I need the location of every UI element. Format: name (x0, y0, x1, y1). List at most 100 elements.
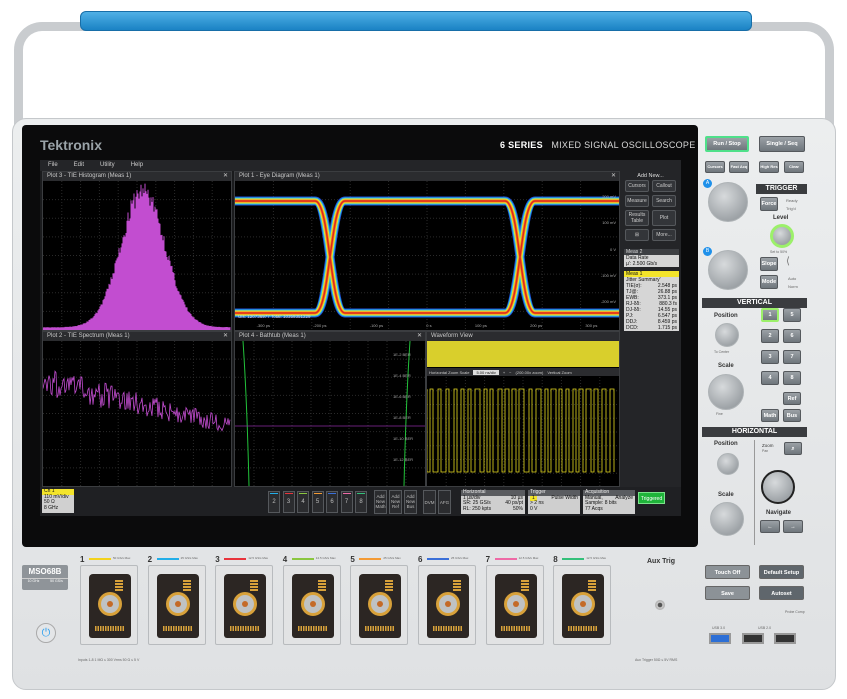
close-icon[interactable]: ✕ (417, 332, 422, 339)
vertical-channel-3-button[interactable]: 3 (761, 350, 779, 364)
autoset-button[interactable]: Autoset (759, 586, 804, 600)
aux-trig-connector[interactable] (655, 600, 665, 610)
power-button[interactable]: ⏻ (36, 623, 56, 643)
bus-button[interactable]: Bus (783, 409, 801, 422)
channel-3-tekvpi-input[interactable] (215, 565, 274, 645)
slope-button[interactable]: Slope (760, 257, 778, 271)
cursors-button[interactable]: Cursors (625, 180, 649, 192)
cursors-panel-button[interactable]: Cursors (705, 161, 725, 173)
force-trigger-button[interactable]: Force (760, 197, 778, 211)
pan-zoom-knob[interactable] (761, 470, 795, 504)
waveform-view[interactable]: Waveform View Horizontal Zoom Scale 5.00… (426, 331, 620, 487)
callout-button[interactable]: Callout (652, 180, 676, 192)
zoom-scale-input[interactable]: 5.00 ns/div (473, 369, 499, 375)
vertical-channel-2-button[interactable]: 2 (761, 329, 779, 343)
meas2-badge[interactable]: Meas 2 Data Rate µ': 2.500 Gb/s (624, 249, 679, 267)
eye-x-ticks: -300 ps -200 ps -100 ps 0 s 100 ps 200 ps 300 … (235, 323, 619, 328)
single-seq-button[interactable]: Single / Seq (759, 136, 805, 152)
zoom-out-button[interactable]: − (509, 370, 511, 375)
close-icon[interactable]: ✕ (223, 172, 228, 179)
channel-8-tekvpi-input[interactable] (553, 565, 612, 645)
channel-5-tekvpi-input[interactable] (350, 565, 409, 645)
mode-button[interactable]: Mode (760, 275, 778, 289)
ref-button[interactable]: Ref (783, 392, 801, 405)
vertical-channel-7-button[interactable]: 7 (783, 350, 801, 364)
ch1-badge[interactable]: Ch 1 110 mV/div 50 Ω 8 GHz (42, 488, 74, 513)
math-button[interactable]: Math (761, 409, 779, 422)
bathtub-y-labels: 1E-2 BER 1E-4 BER 1E-6 BER 1E-8 BER 1E-10 BE… (393, 352, 413, 462)
close-icon[interactable]: ✕ (611, 172, 616, 179)
vertical-channel-6-button[interactable]: 6 (783, 329, 801, 343)
usb2-port-1[interactable] (742, 633, 764, 644)
channel-6-button[interactable]: 6 (326, 491, 338, 513)
menu-help[interactable]: Help (131, 162, 143, 169)
more-button[interactable]: More... (652, 229, 676, 241)
high-res-button[interactable]: High Res (759, 161, 779, 173)
carry-handle[interactable] (80, 11, 752, 31)
channel-5-button[interactable]: 5 (311, 491, 324, 513)
touch-off-button[interactable]: Touch Off (705, 565, 750, 579)
meas1-badge[interactable]: Meas 1 Jitter Summary' TIE(σ): 2.548 ps TJ… (624, 271, 679, 331)
search-button[interactable]: Search (652, 195, 676, 207)
dvm-button[interactable]: DVM (423, 490, 436, 514)
multipurpose-knob-a[interactable] (708, 182, 748, 222)
channel-7-tekvpi-input[interactable] (485, 565, 544, 645)
vertical-channel-5-button[interactable]: 5 (783, 308, 801, 322)
plot-button[interactable]: Plot (652, 210, 676, 226)
touch-display[interactable]: File Edit Utility Help Plot 3 - TIE Hist… (40, 160, 681, 516)
trigger-badge[interactable]: Trigger 1 Pulse Width > 2 ns 0 V (528, 489, 580, 514)
input-color-bar (89, 558, 111, 560)
usb2-port-2[interactable] (774, 633, 796, 644)
channel-4-button[interactable]: 4 (297, 491, 309, 513)
clear-button[interactable]: Clear (784, 161, 804, 173)
navigate-left-button[interactable]: ← (760, 520, 780, 533)
value: Analyze (615, 494, 633, 501)
channel-1-tekvpi-input[interactable] (80, 565, 138, 645)
default-setup-button[interactable]: Default Setup (759, 565, 804, 579)
channel-2-button[interactable]: 2 (268, 491, 280, 513)
menu-edit[interactable]: Edit (74, 162, 84, 169)
vertical-position-label: Position (714, 313, 738, 319)
plot-tie-histogram[interactable]: Plot 3 - TIE Histogram (Meas 1) ✕ (42, 171, 232, 331)
save-button[interactable]: Save (705, 586, 750, 600)
vertical-scale-knob[interactable] (708, 374, 744, 410)
plot-bathtub[interactable]: Plot 4 - Bathtub (Meas 1) ✕ 1E-2 BER 1E-4 … (234, 331, 426, 487)
vertical-channel-8-button[interactable]: 8 (783, 371, 801, 385)
horizontal-badge[interactable]: Horizontal 1 µs/div 10 µs SR: 25 GS/s 40 p… (461, 489, 525, 514)
results-table-button[interactable]: Results Table (625, 210, 649, 226)
channel-8-button[interactable]: 8 (355, 491, 367, 513)
horizontal-scale-knob[interactable] (710, 502, 744, 536)
multipurpose-knob-b[interactable] (708, 250, 748, 290)
waveform-overview[interactable] (427, 341, 619, 367)
usb3-port[interactable] (709, 633, 731, 644)
channel-3-button[interactable]: 3 (282, 491, 295, 513)
series-subtitle: MIXED SIGNAL OSCILLOSCOPE (551, 140, 696, 150)
horizontal-position-knob[interactable] (717, 453, 739, 475)
plot-tie-spectrum[interactable]: Plot 2 - TIE Spectrum (Meas 1) ✕ (42, 331, 232, 487)
measure-icon-button[interactable]: ⊞ (625, 229, 649, 241)
afg-button[interactable]: AFG (438, 490, 451, 514)
trigger-level-knob[interactable] (770, 224, 794, 248)
zoom-in-button[interactable]: + (503, 370, 505, 375)
channel-7-button[interactable]: 7 (340, 491, 353, 513)
plot-eye-diagram[interactable]: Plot 1 - Eye Diagram (Meas 1) ✕ UIs: 1207… (234, 171, 620, 331)
close-icon[interactable]: ✕ (223, 332, 228, 339)
channel-6-tekvpi-input[interactable] (418, 565, 476, 645)
run-stop-button[interactable]: Run / Stop (705, 136, 749, 152)
measure-button[interactable]: Measure (625, 195, 649, 207)
vertical-channel-1-button[interactable]: 1 (761, 308, 779, 322)
navigate-right-button[interactable]: → (783, 520, 803, 533)
fast-acq-button[interactable]: Fast Acq (729, 161, 749, 173)
vertical-channel-4-button[interactable]: 4 (761, 371, 779, 385)
menu-utility[interactable]: Utility (100, 162, 115, 169)
channel-4-tekvpi-input[interactable] (282, 565, 341, 645)
channel-2-tekvpi-input[interactable] (147, 565, 206, 645)
add-new-bus-button[interactable]: Add New Bus (404, 490, 417, 514)
acquisition-badge[interactable]: Acquisition Manual, Analyze Sample: 8 bit… (583, 489, 635, 514)
menu-file[interactable]: File (48, 162, 58, 169)
vertical-position-knob[interactable] (715, 323, 739, 347)
add-new-ref-button[interactable]: Add New Ref (389, 490, 402, 514)
zoom-button[interactable]: ⌕ (784, 442, 802, 455)
add-new-math-button[interactable]: Add New Math (374, 490, 387, 514)
value: 77 Acqs (585, 505, 603, 512)
